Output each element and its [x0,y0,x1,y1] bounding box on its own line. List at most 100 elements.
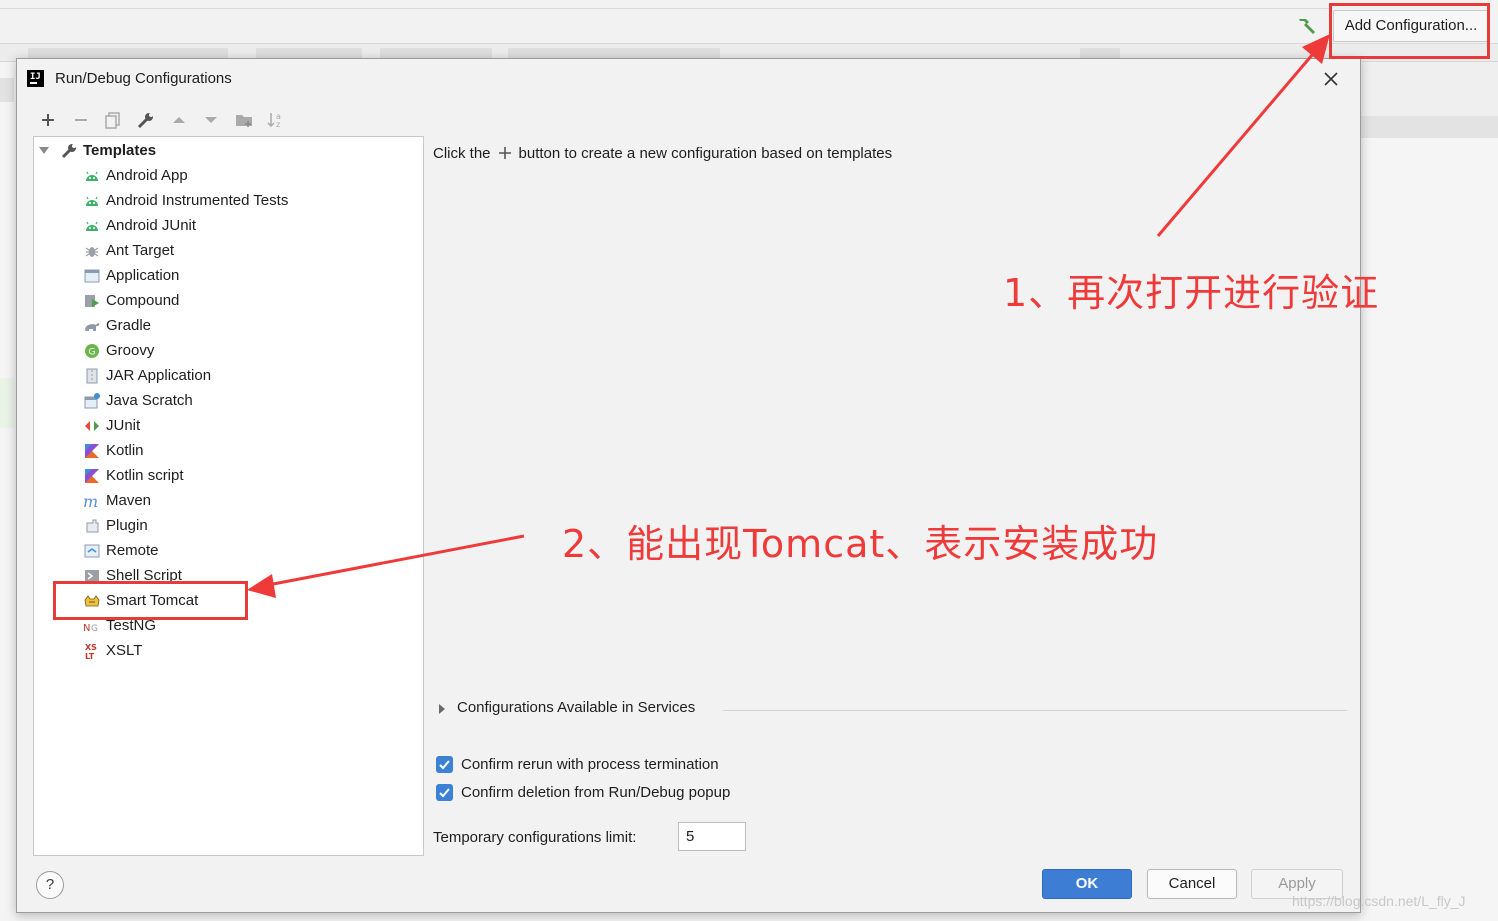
tree-item-label: Maven [106,492,152,509]
help-button[interactable]: ? [36,871,64,899]
svg-text:G: G [91,624,98,634]
tree-node-templates[interactable]: Templates [34,138,423,163]
svg-text:G: G [89,348,96,358]
gutter-marker [0,78,14,102]
tree-item-android-app[interactable]: Android App [34,163,423,188]
toolbar-divider [0,8,1330,9]
plus-icon [498,147,511,159]
svg-text:z: z [276,120,280,129]
tree-item-label: Remote [106,542,159,559]
svg-text:m: m [83,492,98,510]
cancel-button[interactable]: Cancel [1147,869,1237,899]
gradle-icon [83,317,101,335]
edit-templates-wrench-icon[interactable] [135,109,157,131]
remove-icon[interactable] [70,109,92,131]
tree-item-kotlin[interactable]: Kotlin [34,438,423,463]
gutter-highlight [0,378,14,428]
annotation-note-tomcat-success: 2、能出现Tomcat、表示安装成功 [562,522,1159,566]
tree-item-maven[interactable]: m Maven [34,488,423,513]
hint-text-after: button to create a new configuration bas… [518,145,893,162]
add-icon[interactable] [37,109,59,131]
ide-left-gutter [0,62,16,921]
ide-main-toolbar: Add Configuration... [0,0,1498,44]
empty-state-hint: Click the button to create a new configur… [433,145,892,162]
expand-arrow-icon[interactable] [39,147,49,154]
hint-text-before: Click the [433,145,491,162]
tree-item-kotlin-script[interactable]: Kotlin script [34,463,423,488]
tree-item-label: Ant Target [106,242,175,259]
tree-item-plugin[interactable]: Plugin [34,513,423,538]
tree-item-application[interactable]: Application [34,263,423,288]
configuration-tree: Templates Android App Android Instrumente… [33,136,424,856]
svg-text:XS: XS [85,643,97,652]
tree-item-label: JUnit [106,417,141,434]
close-icon[interactable] [1317,65,1345,93]
checkbox-label: Confirm deletion from Run/Debug popup [461,784,731,801]
tree-item-label: Kotlin [106,442,144,459]
side-panel-body [1360,138,1498,921]
tree-item-groovy[interactable]: G Groovy [34,338,423,363]
tree-item-label: Groovy [106,342,155,359]
section-divider [723,710,1347,711]
temp-limit-label: Temporary configurations limit: [433,829,637,846]
maven-icon: m [83,492,101,511]
services-section-label: Configurations Available in Services [457,699,696,716]
tree-item-label: Compound [106,292,180,309]
intellij-app-icon: IJ [27,70,44,87]
highlight-box-smart-tomcat [53,581,248,620]
services-section-toggle[interactable]: Configurations Available in Services [433,699,1347,721]
tree-item-label: Kotlin script [106,467,184,484]
ant-icon [83,242,101,260]
kotlin-icon [83,442,101,460]
checkbox-checked-icon[interactable] [436,756,453,773]
compound-icon [83,292,101,310]
junit-icon [83,417,101,435]
build-hammer-icon[interactable] [1296,15,1318,35]
android-icon [83,192,101,210]
tree-item-xslt[interactable]: XS LT XSLT [34,638,423,663]
copy-icon[interactable] [102,109,124,131]
tree-item-label: JAR Application [106,367,212,384]
move-down-icon[interactable] [200,109,222,131]
tree-item-label: Android App [106,167,188,184]
tree-item-label: XSLT [106,642,143,659]
annotation-note-verify: 1、再次打开进行验证 [1003,271,1380,315]
xslt-icon: XS LT [83,642,101,661]
android-icon [83,167,101,185]
tree-item-junit[interactable]: JUnit [34,413,423,438]
plugin-icon [83,517,101,535]
tree-item-android-junit[interactable]: Android JUnit [34,213,423,238]
new-folder-icon[interactable] [233,109,255,131]
application-icon [83,267,101,285]
tree-item-label: Android JUnit [106,217,197,234]
tree-item-label: Gradle [106,317,152,334]
ok-button[interactable]: OK [1042,869,1132,899]
tree-node-label: Templates [83,142,157,159]
remote-icon [83,542,101,560]
temp-limit-input[interactable]: 5 [678,822,746,851]
move-up-icon[interactable] [168,109,190,131]
side-panel-toolbar [1360,62,1498,166]
svg-text:LT: LT [85,652,95,660]
dialog-titlebar: IJ Run/Debug Configurations [17,59,1360,99]
side-panel-header [1360,116,1498,138]
tree-item-label: Plugin [106,517,148,534]
kotlin-icon [83,467,101,485]
chevron-right-icon [439,704,445,714]
tree-item-gradle[interactable]: Gradle [34,313,423,338]
android-icon [83,217,101,235]
highlight-box-add-configuration [1329,3,1490,59]
tree-item-label: Android Instrumented Tests [106,192,289,209]
checkbox-checked-icon[interactable] [436,784,453,801]
dialog-title: Run/Debug Configurations [55,70,232,87]
tree-item-java-scratch[interactable]: Java Scratch [34,388,423,413]
groovy-icon: G [83,342,101,360]
checkbox-label: Confirm rerun with process termination [461,756,719,773]
tree-item-compound[interactable]: Compound [34,288,423,313]
tree-item-ant-target[interactable]: Ant Target [34,238,423,263]
tree-item-label: Java Scratch [106,392,193,409]
sort-alphabetically-icon[interactable]: a z [265,109,287,131]
tree-item-remote[interactable]: Remote [34,538,423,563]
tree-item-android-instrumented-tests[interactable]: Android Instrumented Tests [34,188,423,213]
tree-item-jar-application[interactable]: JAR Application [34,363,423,388]
